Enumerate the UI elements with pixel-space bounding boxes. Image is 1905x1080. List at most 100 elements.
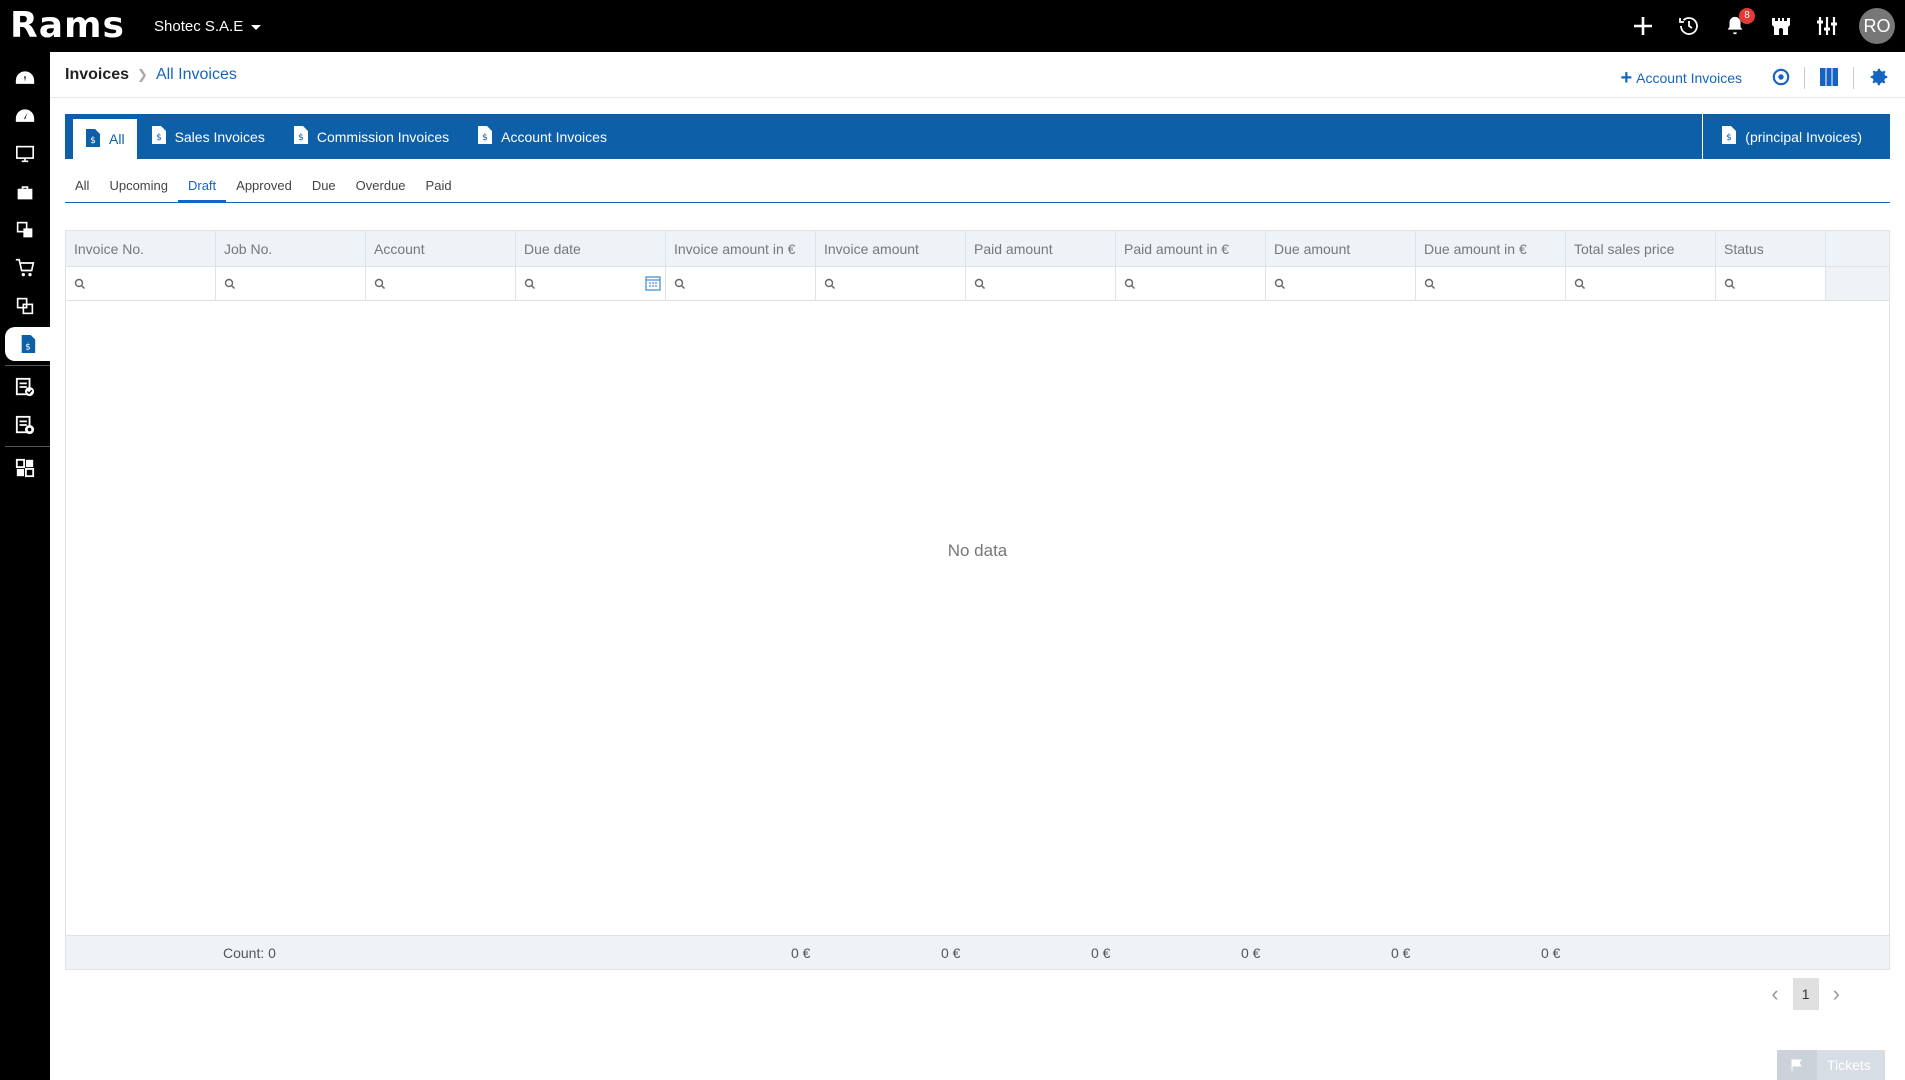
column-header[interactable]: Paid amount: [966, 231, 1116, 266]
column-header[interactable]: Job No.: [216, 231, 366, 266]
column-header[interactable]: Account: [366, 231, 516, 266]
add-account-invoices-label: Account Invoices: [1636, 70, 1742, 86]
subtab-overdue[interactable]: Overdue: [346, 171, 416, 202]
header-divider-line: [50, 97, 1905, 98]
notification-badge: 8: [1739, 8, 1755, 24]
filter-cell[interactable]: [366, 267, 516, 300]
subtab-draft[interactable]: Draft: [177, 171, 227, 202]
castle-icon[interactable]: [1767, 12, 1795, 40]
main-content: Invoices ❯ All Invoices + Account Invoic…: [50, 52, 1905, 1080]
subtab-due[interactable]: Due: [302, 171, 346, 202]
footer-total: 0 €: [1091, 945, 1111, 961]
search-icon: [374, 278, 385, 289]
filter-cell[interactable]: [1566, 267, 1716, 300]
column-header[interactable]: Paid amount in €: [1116, 231, 1266, 266]
column-header[interactable]: Total sales price: [1566, 231, 1716, 266]
sidebar-boxes-icon[interactable]: [0, 213, 50, 247]
column-header[interactable]: Invoice amount in €: [666, 231, 816, 266]
sidebar-stack-icon[interactable]: [0, 289, 50, 323]
search-icon: [1724, 278, 1735, 289]
search-icon: [1424, 278, 1435, 289]
breadcrumb-current: All Invoices: [155, 66, 237, 83]
help-circle-icon[interactable]: [1772, 68, 1790, 89]
search-icon: [1124, 278, 1135, 289]
footer-count: Count: 0: [223, 945, 276, 961]
tab-sales-invoices-label: Sales Invoices: [174, 128, 265, 145]
gear-icon[interactable]: [1868, 66, 1890, 91]
svg-text:$: $: [90, 136, 96, 146]
sidebar-briefcase-icon[interactable]: [0, 175, 50, 209]
tab-principal-invoices[interactable]: $ (principal Invoices): [1702, 114, 1890, 159]
chevron-right-icon: ❯: [137, 67, 148, 82]
app-logo[interactable]: Rams: [10, 4, 125, 48]
svg-text:$: $: [1726, 133, 1732, 143]
tab-all[interactable]: $ All: [73, 119, 137, 159]
tab-all-label: All: [109, 131, 125, 147]
column-header[interactable]: Status: [1716, 231, 1826, 266]
tab-account-invoices[interactable]: $ Account Invoices: [463, 114, 621, 159]
sliders-icon[interactable]: [1813, 12, 1841, 40]
history-icon[interactable]: [1675, 12, 1703, 40]
user-avatar[interactable]: RO: [1859, 8, 1895, 44]
add-account-invoices-button[interactable]: + Account Invoices: [1620, 67, 1742, 90]
filter-cell[interactable]: [1116, 267, 1266, 300]
sidebar-monitor-icon[interactable]: [0, 137, 50, 171]
column-header[interactable]: Due date: [516, 231, 666, 266]
columns-icon[interactable]: [1819, 67, 1839, 90]
tab-commission-invoices[interactable]: $ Commission Invoices: [279, 114, 463, 159]
calendar-icon[interactable]: [645, 275, 661, 294]
subtab-all[interactable]: All: [65, 171, 99, 202]
filter-cell[interactable]: [816, 267, 966, 300]
search-icon: [674, 278, 685, 289]
svg-text:$: $: [156, 133, 162, 143]
sidebar-cart-icon[interactable]: [0, 251, 50, 285]
sidebar-grid-icon[interactable]: [0, 451, 50, 485]
filter-cell[interactable]: [1416, 267, 1566, 300]
column-header[interactable]: Invoice No.: [66, 231, 216, 266]
company-selector[interactable]: Shotec S.A.E: [154, 18, 262, 35]
tab-principal-invoices-label: (principal Invoices): [1745, 128, 1862, 145]
tab-sales-invoices[interactable]: $ Sales Invoices: [137, 114, 279, 159]
sidebar-approved-doc-icon[interactable]: [0, 370, 50, 404]
column-header[interactable]: Due amount in €: [1416, 231, 1566, 266]
invoice-type-tabs: $ All $ Sales Invoices $ Commission Invo…: [65, 114, 1890, 159]
filter-cell[interactable]: [966, 267, 1116, 300]
page-number[interactable]: 1: [1792, 978, 1819, 1010]
filter-cell[interactable]: [516, 267, 666, 300]
add-icon[interactable]: [1629, 12, 1657, 40]
plus-icon: +: [1620, 66, 1633, 89]
filter-cell[interactable]: [1716, 267, 1826, 300]
search-icon: [824, 278, 835, 289]
footer-total: 0 €: [791, 945, 811, 961]
filter-cell[interactable]: [216, 267, 366, 300]
column-header[interactable]: Invoice amount: [816, 231, 966, 266]
chevron-down-icon: [251, 24, 262, 30]
footer-total: 0 €: [941, 945, 961, 961]
bell-icon[interactable]: 8: [1721, 8, 1755, 40]
grid-filter-row: [66, 267, 1889, 301]
sidebar-dashboard-2-icon[interactable]: [0, 99, 50, 133]
filter-cell[interactable]: [66, 267, 216, 300]
subtab-approved[interactable]: Approved: [226, 171, 302, 202]
subtab-paid[interactable]: Paid: [416, 171, 462, 202]
breadcrumb-root[interactable]: Invoices: [65, 66, 129, 84]
tab-account-invoices-label: Account Invoices: [501, 128, 607, 145]
grid-header-filler: [1826, 231, 1889, 266]
search-icon: [524, 278, 535, 289]
sidebar-settings-doc-icon[interactable]: [0, 408, 50, 442]
next-page-icon[interactable]: ›: [1833, 981, 1840, 1007]
footer-total: 0 €: [1391, 945, 1411, 961]
header-divider: [1853, 67, 1854, 89]
invoice-doc-icon: $: [477, 125, 493, 148]
sidebar: $: [0, 52, 50, 1080]
filter-cell[interactable]: [1266, 267, 1416, 300]
breadcrumb: Invoices ❯ All Invoices: [65, 66, 237, 84]
sidebar-invoices-icon[interactable]: $: [5, 327, 50, 361]
prev-page-icon[interactable]: ‹: [1771, 981, 1778, 1007]
sidebar-dashboard-icon[interactable]: [0, 61, 50, 95]
filter-cell[interactable]: [666, 267, 816, 300]
subtab-upcoming[interactable]: Upcoming: [99, 171, 178, 202]
footer-total: 0 €: [1541, 945, 1561, 961]
tickets-button[interactable]: Tickets: [1777, 1050, 1885, 1080]
column-header[interactable]: Due amount: [1266, 231, 1416, 266]
